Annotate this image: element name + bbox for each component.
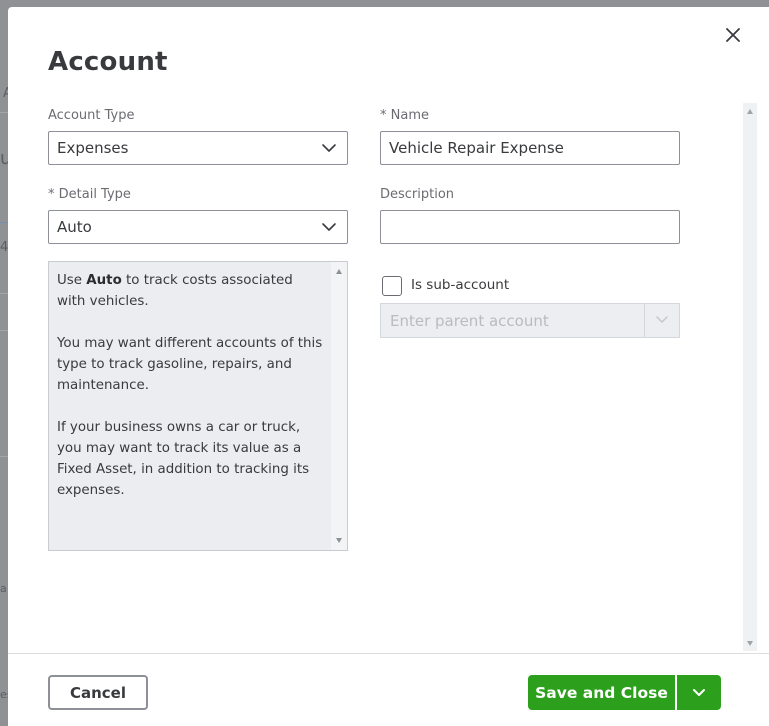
name-value: Vehicle Repair Expense [389, 139, 564, 157]
chevron-down-icon [322, 144, 336, 152]
name-input[interactable]: Vehicle Repair Expense [380, 131, 680, 165]
help-text: Use Auto to track costs associated with … [57, 270, 325, 522]
account-type-label: Account Type [48, 108, 135, 123]
bg-divider [0, 112, 8, 113]
account-type-value: Expenses [57, 139, 129, 157]
chevron-down-icon [693, 688, 705, 696]
help-paragraph: You may want different accounts of this … [57, 336, 323, 393]
scroll-down-arrow-icon[interactable] [336, 538, 342, 543]
close-button[interactable] [722, 24, 744, 46]
detail-type-value: Auto [57, 218, 92, 236]
save-and-close-button[interactable]: Save and Close [528, 675, 675, 710]
name-label: * Name [380, 108, 429, 123]
help-text-prefix: Use [57, 273, 87, 288]
dialog-title: Account [48, 47, 168, 77]
description-input[interactable] [380, 210, 680, 244]
bg-fragment: a [0, 582, 7, 595]
help-paragraph: If your business owns a car or truck, yo… [57, 420, 310, 498]
account-type-select[interactable]: Expenses [48, 131, 348, 165]
account-dialog: Account Account Type Expenses * Detail T… [8, 7, 769, 726]
scroll-down-arrow-icon[interactable] [747, 641, 753, 646]
dialog-scrollbar[interactable] [743, 103, 757, 651]
chevron-down-icon [322, 223, 336, 231]
help-scrollbar[interactable] [331, 262, 347, 550]
sub-account-label: Is sub-account [411, 277, 510, 293]
save-options-dropdown-button[interactable] [677, 675, 721, 710]
bg-divider [0, 456, 8, 457]
parent-account-input: Enter parent account [380, 303, 680, 338]
parent-account-placeholder: Enter parent account [390, 311, 549, 330]
detail-type-select[interactable]: Auto [48, 210, 348, 244]
description-label: Description [380, 187, 455, 202]
parent-account-divider [644, 304, 645, 337]
sub-account-checkbox[interactable] [382, 276, 402, 296]
close-icon [726, 28, 740, 42]
detail-type-label: * Detail Type [48, 187, 131, 202]
bg-divider [0, 330, 8, 331]
scroll-up-arrow-icon[interactable] [747, 109, 753, 114]
cancel-button[interactable]: Cancel [48, 675, 148, 710]
bg-divider [0, 293, 8, 294]
bg-divider [0, 222, 8, 223]
footer-divider [8, 653, 769, 654]
help-text-bold: Auto [86, 273, 122, 288]
scroll-up-arrow-icon[interactable] [336, 269, 342, 274]
chevron-down-icon [656, 316, 668, 323]
detail-type-help-box: Use Auto to track costs associated with … [48, 261, 348, 551]
help-paragraph: Use Auto to track costs associated with … [57, 270, 325, 312]
